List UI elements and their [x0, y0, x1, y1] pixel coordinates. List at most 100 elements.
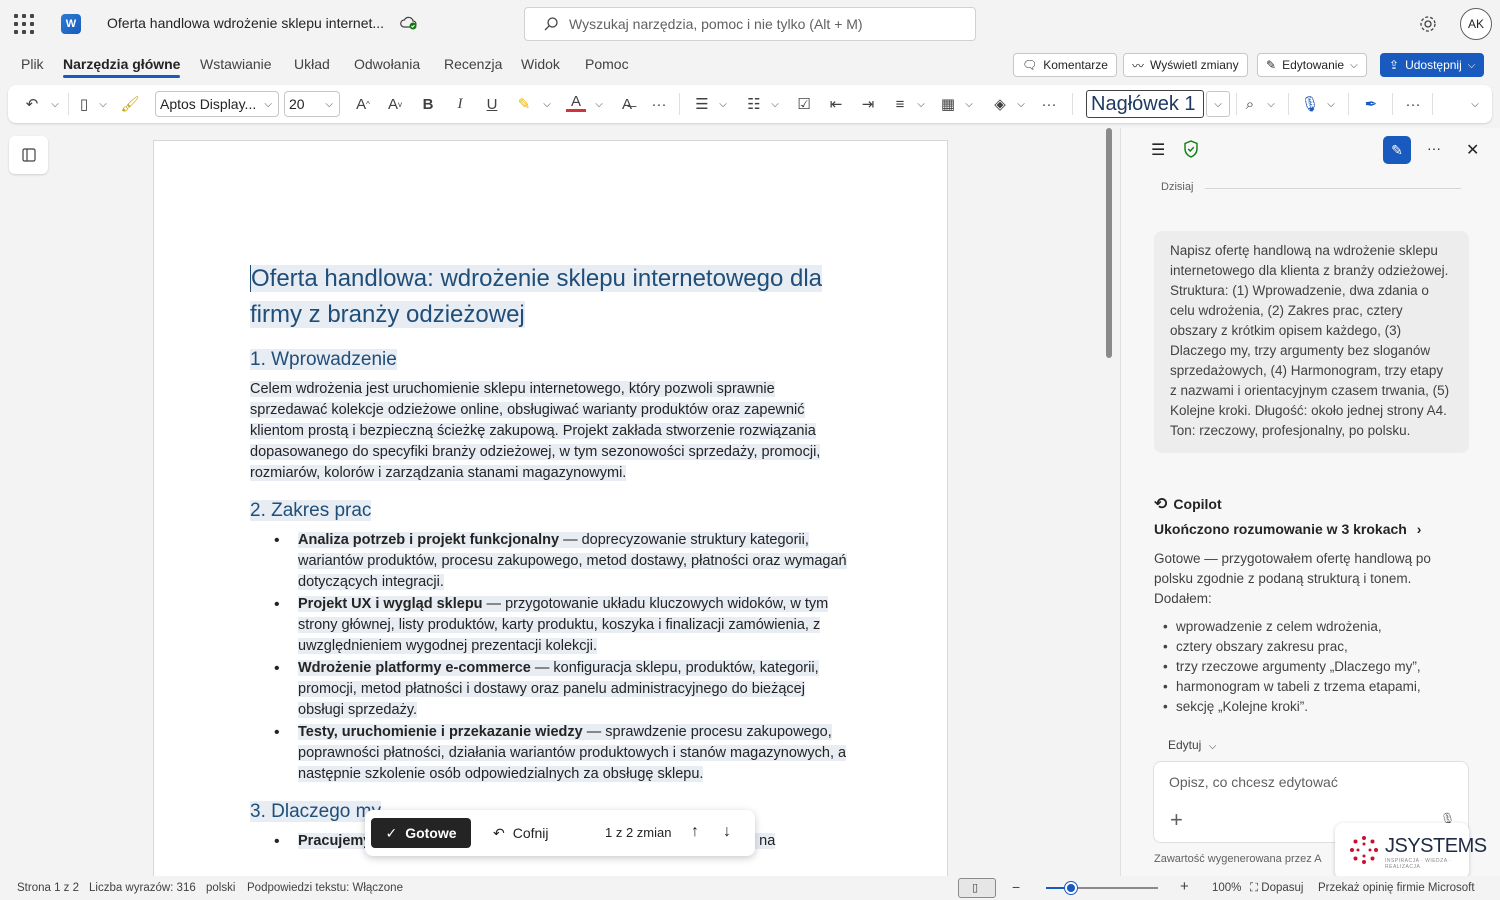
font-color-icon[interactable]: A: [566, 93, 586, 112]
numbering-icon[interactable]: ☷: [744, 94, 764, 114]
zoom-out-icon[interactable]: −: [1012, 879, 1020, 895]
heading-text[interactable]: Oferta handlowa: wdrożenie sklepu intern…: [250, 265, 823, 328]
tab-file[interactable]: Plik: [21, 56, 44, 72]
list-item[interactable]: Testy, uruchomienie i przekazanie wiedzy…: [250, 722, 854, 785]
list-item[interactable]: Analiza potrzeb i projekt funkcjonalny —…: [250, 530, 854, 593]
fit-button[interactable]: ⛶ Dopasuj: [1250, 882, 1303, 895]
previous-change-arrow-up-icon[interactable]: ↑: [691, 823, 699, 841]
tab-insert[interactable]: Wstawianie: [200, 56, 272, 72]
word-logo-icon[interactable]: W: [61, 14, 81, 34]
language-indicator[interactable]: polski: [206, 882, 235, 894]
decrease-indent-icon[interactable]: ⇤: [826, 94, 846, 114]
settings-gear-icon[interactable]: [1418, 14, 1438, 34]
grow-font-icon[interactable]: A ^: [352, 94, 374, 114]
comments-button[interactable]: 🗨 Komentarze: [1013, 53, 1117, 77]
more-paragraph-options-icon[interactable]: ···: [1038, 94, 1060, 114]
menu-icon[interactable]: ☰: [1151, 140, 1165, 160]
format-painter-icon[interactable]: 🖌: [120, 94, 140, 114]
dictate-microphone-icon[interactable]: 🎙: [1300, 94, 1320, 114]
user-avatar[interactable]: AK: [1460, 8, 1492, 40]
clipboard-icon[interactable]: ▯: [74, 94, 94, 114]
cloud-saved-icon[interactable]: [400, 15, 418, 31]
intro-paragraph[interactable]: Celem wdrożenia jest uruchomienie sklepu…: [250, 379, 854, 484]
tab-help[interactable]: Pomoc: [585, 56, 629, 72]
chevron-down-icon[interactable]: ⌵: [962, 94, 976, 114]
document-scrollbar[interactable]: [1106, 128, 1112, 358]
section-heading-text[interactable]: 2. Zakres prac: [250, 500, 372, 521]
undo-icon[interactable]: ↶: [22, 94, 42, 114]
editing-mode-button[interactable]: ✎ Edytowanie ⌵: [1257, 53, 1367, 77]
document-body[interactable]: Oferta handlowa: wdrożenie sklepu intern…: [250, 261, 854, 853]
expand-ribbon-icon[interactable]: ⌵: [1468, 94, 1482, 114]
list-item-bold[interactable]: Projekt UX i wygląd sklepu: [298, 596, 483, 612]
section-heading-intro[interactable]: 1. Wprowadzenie: [250, 347, 854, 373]
shield-check-icon[interactable]: [1183, 140, 1199, 158]
chevron-down-icon[interactable]: ⌵: [48, 94, 62, 114]
chevron-down-icon[interactable]: ⌵: [540, 94, 554, 114]
zoom-level[interactable]: 100%: [1212, 882, 1241, 894]
shrink-font-icon[interactable]: Av: [384, 94, 406, 114]
accept-done-button[interactable]: ✓ Gotowe: [371, 818, 471, 848]
chevron-down-icon[interactable]: ⌵: [716, 94, 730, 114]
increase-indent-icon[interactable]: ⇥: [858, 94, 878, 114]
list-item-bold[interactable]: Analiza potrzeb i projekt funkcjonalny: [298, 532, 559, 548]
search-input[interactable]: [569, 16, 949, 32]
mode-selector[interactable]: Edytuj ⌵: [1168, 738, 1216, 752]
chevron-down-icon[interactable]: ⌵: [1264, 94, 1278, 114]
compose-input[interactable]: [1169, 774, 1449, 790]
editor-icon[interactable]: ✒: [1360, 94, 1382, 114]
chevron-down-icon[interactable]: ⌵: [914, 94, 928, 114]
page-count[interactable]: Strona 1 z 2: [17, 882, 79, 894]
section-heading-text[interactable]: 1. Wprowadzenie: [250, 349, 397, 370]
section-heading-text[interactable]: 3. Dlaczego my: [250, 801, 381, 822]
zoom-slider-thumb[interactable]: [1064, 882, 1077, 894]
more-options-icon[interactable]: ···: [1402, 94, 1424, 114]
share-button[interactable]: ⇪ Udostępnij ⌵: [1380, 53, 1485, 77]
chevron-down-icon[interactable]: ⌵: [1324, 94, 1338, 114]
tab-home[interactable]: Narzędzia główne: [63, 56, 181, 78]
clear-formatting-icon[interactable]: A̶: [616, 94, 638, 114]
list-item[interactable]: Wdrożenie platformy e-commerce — konfigu…: [250, 658, 854, 721]
reasoning-steps-toggle[interactable]: Ukończono rozumowanie w 3 krokach ›: [1154, 521, 1421, 537]
next-change-arrow-down-icon[interactable]: ↓: [723, 823, 731, 841]
checklist-icon[interactable]: ☑: [794, 94, 814, 114]
section-heading-scope[interactable]: 2. Zakres prac: [250, 498, 854, 524]
close-icon[interactable]: ✕: [1466, 140, 1479, 160]
bold-icon[interactable]: B: [418, 94, 438, 114]
list-item-bold[interactable]: Wdrożenie platformy e-commerce: [298, 660, 531, 676]
undo-change-button[interactable]: ↶ Cofnij: [493, 818, 549, 848]
align-icon[interactable]: ≡: [890, 94, 910, 114]
italic-icon[interactable]: I: [450, 94, 470, 114]
tab-view[interactable]: Widok: [521, 56, 560, 72]
list-item-bold[interactable]: Testy, uruchomienie i przekazanie wiedzy: [298, 724, 583, 740]
tab-layout[interactable]: Układ: [294, 56, 330, 72]
styles-dropdown-icon[interactable]: ⌵: [1206, 91, 1230, 117]
word-count[interactable]: Liczba wyrazów: 316: [89, 882, 196, 894]
tab-review[interactable]: Recenzja: [444, 56, 502, 72]
underline-icon[interactable]: U: [482, 94, 502, 114]
zoom-in-icon[interactable]: +: [1180, 878, 1189, 895]
text-predictions[interactable]: Podpowiedzi tekstu: Włączone: [247, 882, 403, 894]
more-options-icon[interactable]: ···: [1427, 140, 1441, 156]
font-size-dropdown[interactable]: 20 ⌵: [284, 91, 340, 117]
find-icon[interactable]: ⌕: [1240, 94, 1260, 114]
document-title[interactable]: Oferta handlowa wdrożenie sklepu interne…: [107, 15, 387, 31]
chevron-down-icon[interactable]: ⌵: [592, 94, 606, 114]
chevron-down-icon[interactable]: ⌵: [768, 94, 782, 114]
paragraph-text[interactable]: Celem wdrożenia jest uruchomienie sklepu…: [250, 381, 821, 481]
navigation-pane-button[interactable]: [9, 136, 48, 174]
shading-icon[interactable]: ◈: [990, 94, 1010, 114]
bullets-icon[interactable]: ☰: [692, 94, 712, 114]
borders-icon[interactable]: ▦: [938, 94, 958, 114]
document-page[interactable]: Oferta handlowa: wdrożenie sklepu intern…: [153, 140, 948, 880]
app-launcher-icon[interactable]: [14, 14, 34, 34]
chevron-down-icon[interactable]: ⌵: [96, 94, 110, 114]
chevron-down-icon[interactable]: ⌵: [1014, 94, 1028, 114]
more-font-options-icon[interactable]: ···: [648, 94, 670, 114]
highlight-icon[interactable]: ✎: [514, 94, 534, 114]
document-heading[interactable]: Oferta handlowa: wdrożenie sklepu intern…: [250, 261, 854, 333]
tab-references[interactable]: Odwołania: [354, 56, 420, 72]
print-layout-view-button[interactable]: ▯: [958, 878, 996, 898]
show-changes-button[interactable]: 〰 Wyświetl zmiany: [1123, 53, 1248, 77]
list-item[interactable]: Projekt UX i wygląd sklepu — przygotowan…: [250, 594, 854, 657]
